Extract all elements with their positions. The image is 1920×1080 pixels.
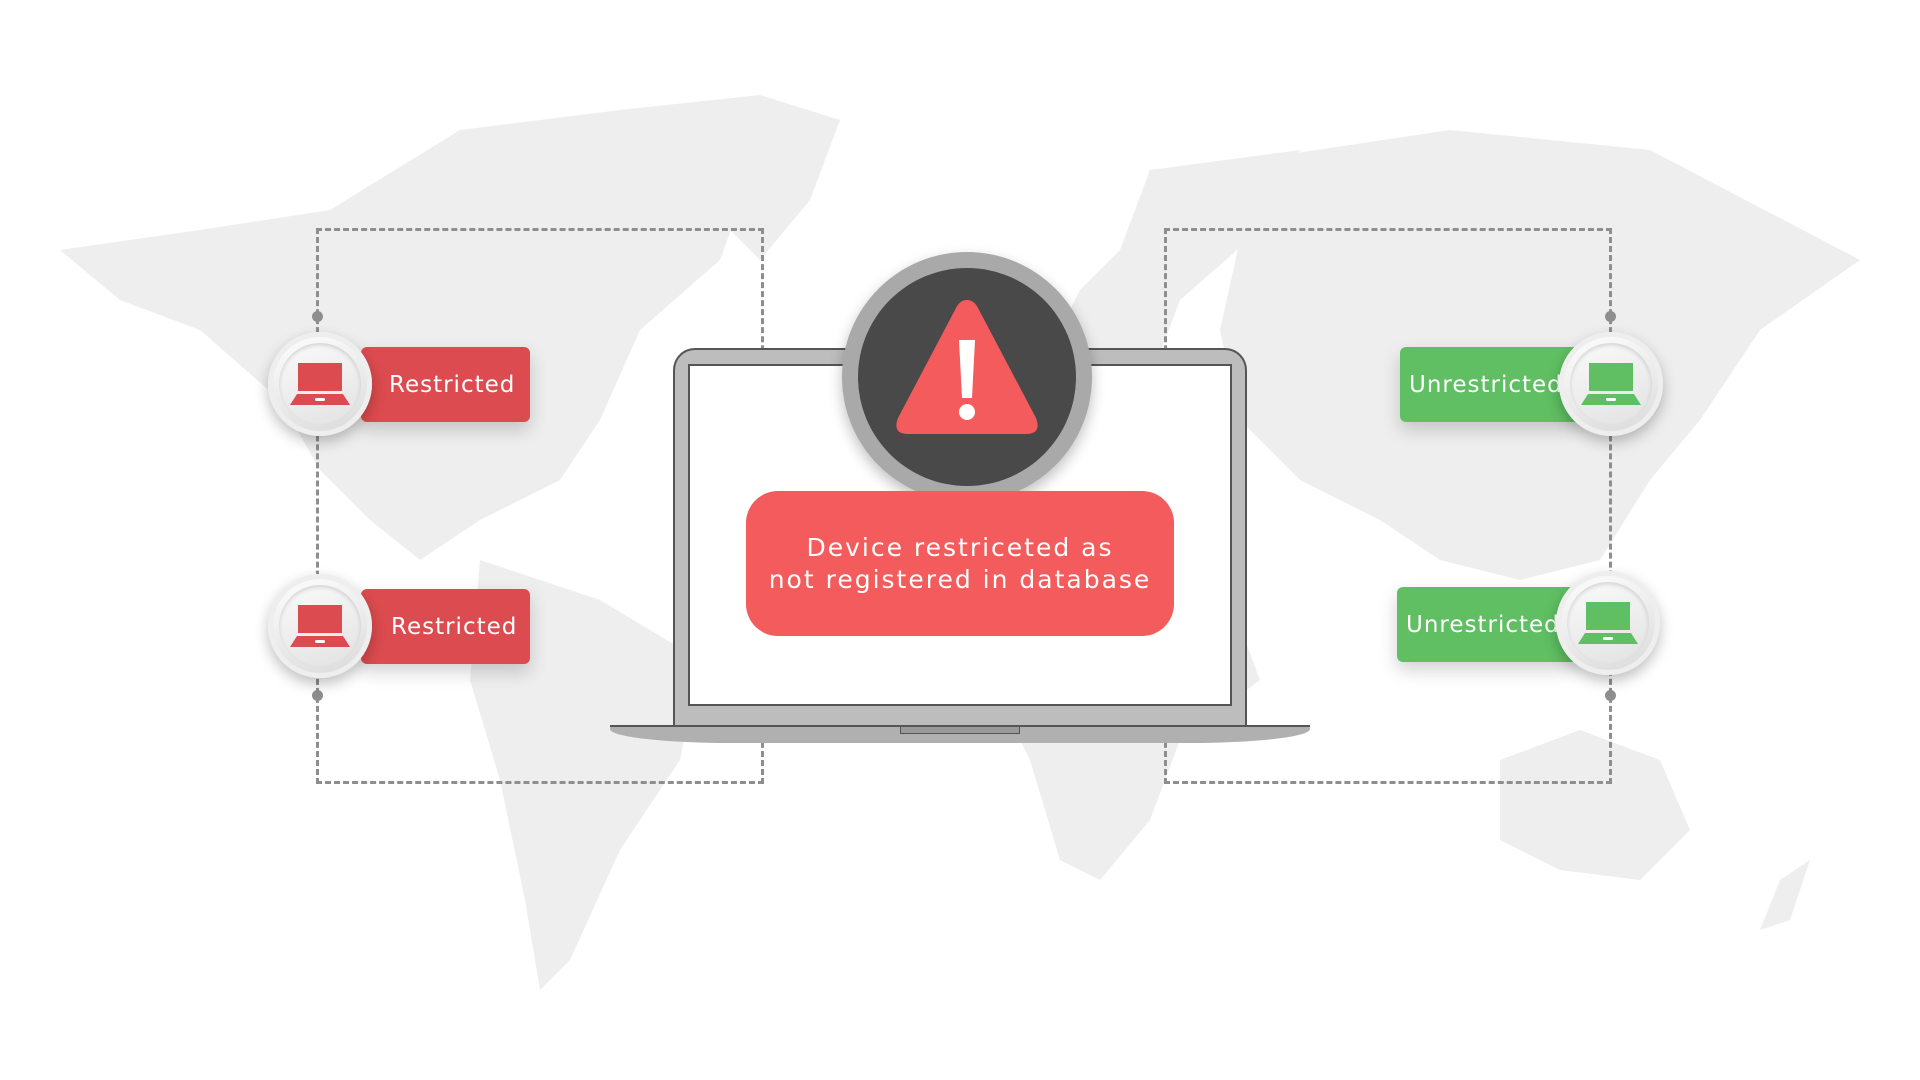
warning-triangle-icon xyxy=(896,300,1038,434)
device-badge xyxy=(1559,332,1663,436)
laptop-icon xyxy=(1581,363,1641,405)
laptop-icon xyxy=(290,605,350,647)
connector-dot xyxy=(312,690,323,701)
unrestricted-label: Unrestricted xyxy=(1400,347,1580,422)
laptop-notch xyxy=(900,727,1020,734)
laptop-icon xyxy=(1578,602,1638,644)
restriction-message: Device restriceted as not registered in … xyxy=(746,491,1174,636)
unrestricted-label: Unrestricted xyxy=(1397,587,1577,662)
connector-dot xyxy=(1605,690,1616,701)
device-badge xyxy=(268,574,372,678)
restricted-label: Restricted xyxy=(361,347,530,422)
status-text: Restricted xyxy=(391,613,518,640)
device-badge xyxy=(1556,571,1660,675)
device-badge xyxy=(268,332,372,436)
status-text: Unrestricted xyxy=(1406,611,1560,638)
status-text: Restricted xyxy=(389,371,516,398)
status-text: Unrestricted xyxy=(1409,371,1563,398)
restricted-label: Restricted xyxy=(361,589,530,664)
connector-dot xyxy=(1605,311,1616,322)
message-line-2: not registered in database xyxy=(768,564,1152,594)
message-line-1: Device restriceted as xyxy=(806,532,1114,562)
alert-badge-inner xyxy=(858,268,1076,486)
laptop-icon xyxy=(290,363,350,405)
connector-dot xyxy=(312,311,323,322)
map-new-zealand xyxy=(1760,860,1810,930)
